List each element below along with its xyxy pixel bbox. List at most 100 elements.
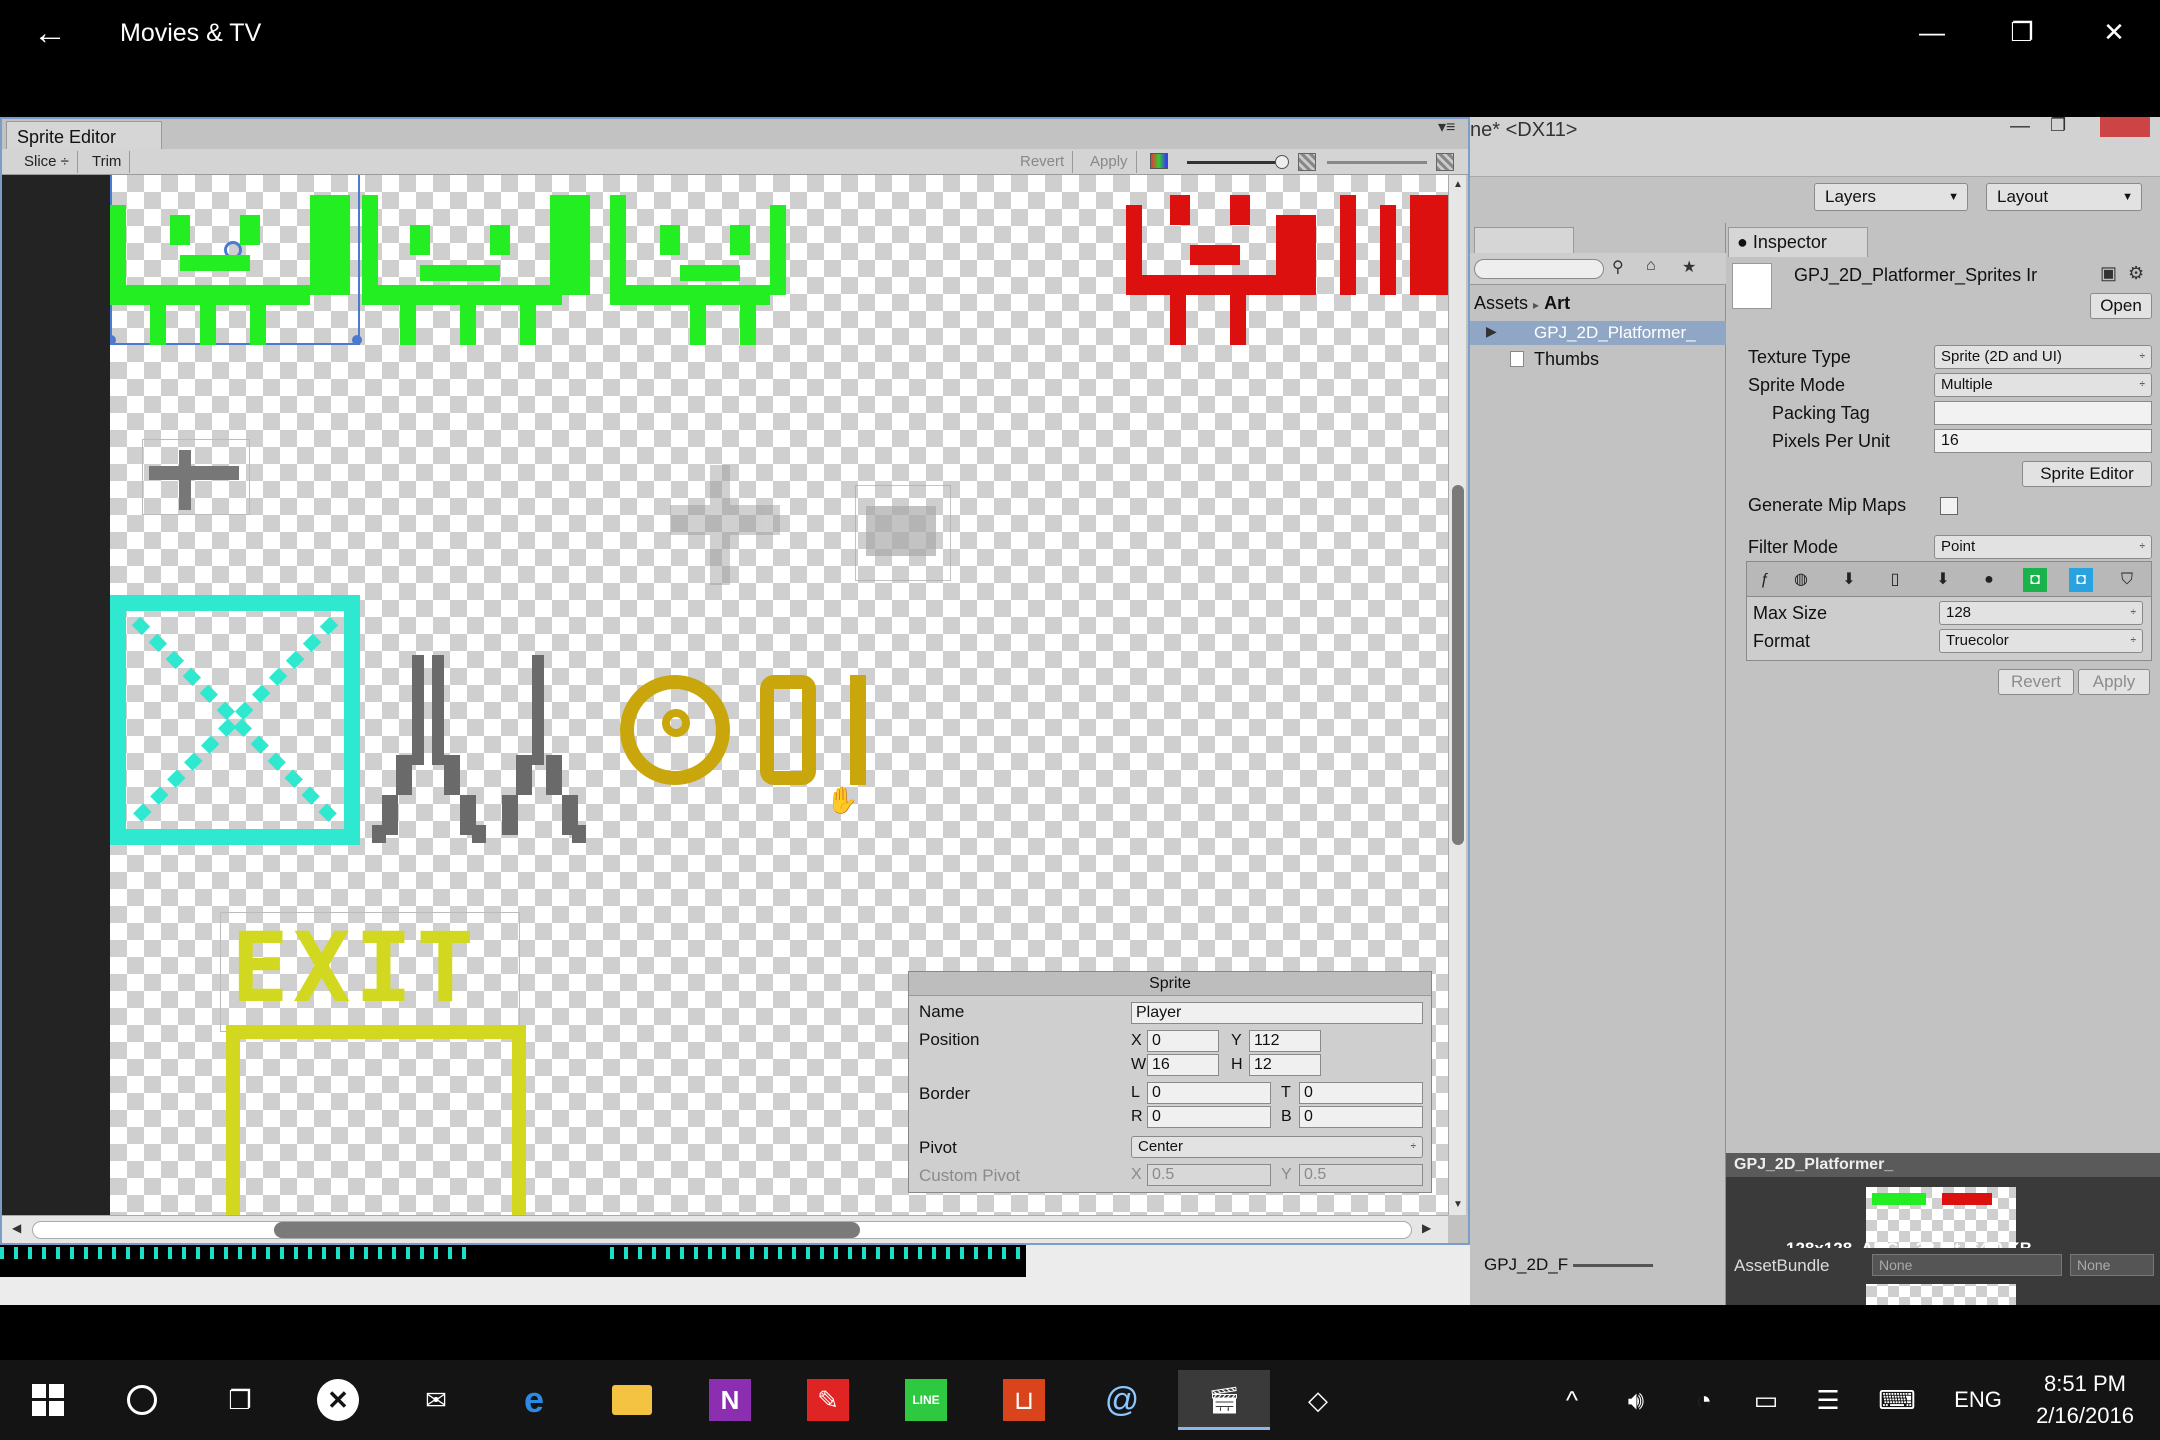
unity-minimize-icon[interactable]: — — [2010, 117, 2030, 138]
format-dropdown[interactable]: Truecolor ÷ — [1939, 629, 2143, 653]
w-field[interactable]: 16 — [1147, 1054, 1219, 1076]
scroll-down-icon[interactable]: ▼ — [1453, 1199, 1463, 1210]
movies-tv-app[interactable]: 🎬︎ — [1178, 1370, 1270, 1430]
mip-slider[interactable] — [1327, 161, 1427, 164]
list-item-selected[interactable]: ▶ GPJ_2D_Platformer_ — [1470, 321, 1726, 345]
breadcrumb-assets[interactable]: Assets — [1474, 293, 1528, 313]
sprite-mode-dropdown[interactable]: Multiple ÷ — [1934, 373, 2152, 397]
tab-inspector[interactable]: ● Inspector — [1728, 227, 1868, 257]
sprite-editor-button[interactable]: Sprite Editor — [2022, 461, 2152, 487]
open-button[interactable]: Open — [2090, 293, 2152, 319]
project-search-input[interactable] — [1474, 259, 1604, 279]
l-field[interactable]: 0 — [1147, 1082, 1271, 1104]
language-indicator[interactable]: ENG — [1950, 1378, 2006, 1422]
download-icon[interactable]: ⬇ — [1837, 568, 1861, 592]
layout-dropdown[interactable]: Layout ▼ — [1986, 183, 2142, 211]
action-center-icon[interactable]: ☰ — [1808, 1378, 1848, 1422]
t-field[interactable]: 0 — [1299, 1082, 1423, 1104]
cyan-crate-sprite[interactable] — [110, 595, 360, 845]
packing-tag-field[interactable] — [1934, 401, 2152, 425]
unity-app[interactable]: ◇ — [1288, 1370, 1348, 1430]
windows-store-icon[interactable]: ◘ — [2069, 568, 2093, 592]
minimize-button[interactable]: — — [1908, 8, 1956, 56]
vertical-scrollbar[interactable]: ▲ ▼ — [1448, 175, 1466, 1215]
edge-app[interactable]: e — [504, 1370, 564, 1430]
horizontal-scrollbar[interactable]: ◀ ▶ — [2, 1215, 1448, 1243]
task-view-button[interactable]: ❐ — [210, 1370, 270, 1430]
blackberry-icon[interactable]: ● — [1977, 568, 2001, 592]
revert-button[interactable]: Revert — [1998, 669, 2074, 695]
mipmaps-checkbox[interactable] — [1940, 497, 1958, 515]
xbox-store-icon[interactable]: ◘ — [2023, 568, 2047, 592]
apply-button[interactable]: Apply — [2078, 669, 2150, 695]
exit-sprite-rect[interactable]: EXIT — [220, 912, 520, 1032]
tag-icon[interactable]: ⌂ — [1646, 257, 1656, 275]
start-button[interactable] — [18, 1370, 78, 1430]
texture-type-dropdown[interactable]: Sprite (2D and UI) ÷ — [1934, 345, 2152, 369]
scrollbar-thumb[interactable] — [1452, 485, 1464, 845]
slider-knob[interactable] — [1275, 155, 1289, 169]
clock[interactable]: 8:51 PM 2/16/2016 — [2020, 1368, 2150, 1432]
line-app[interactable]: LINE — [896, 1370, 956, 1430]
show-hidden-icons-chevron-up-icon[interactable]: ^ — [1554, 1378, 1590, 1422]
expand-arrow-icon[interactable]: ▶ — [1486, 323, 1497, 340]
max-size-dropdown[interactable]: 128 ÷ — [1939, 601, 2143, 625]
gear-icon[interactable]: ⚙ — [2128, 263, 2144, 284]
name-field[interactable]: Player — [1131, 1002, 1423, 1024]
yellow-door-sprite[interactable] — [226, 1025, 526, 1215]
bluetooth-app[interactable]: @ — [1092, 1370, 1152, 1430]
onenote-app[interactable]: N — [700, 1370, 760, 1430]
volume-icon[interactable]: 🔊︎ — [1616, 1378, 1656, 1422]
wifi-icon[interactable]: ◔ — [1684, 1378, 1724, 1422]
gold-coin-sprite-2[interactable] — [760, 675, 816, 785]
b-field[interactable]: 0 — [1299, 1106, 1423, 1128]
filter-mode-dropdown[interactable]: Point ÷ — [1934, 535, 2152, 559]
unity-close-icon[interactable] — [2100, 117, 2150, 137]
filter-icon[interactable]: ⚲ — [1612, 257, 1624, 277]
x-field[interactable]: 0 — [1147, 1030, 1219, 1052]
custom-pivot-x-field[interactable]: 0.5 — [1147, 1164, 1271, 1186]
checker-icon[interactable] — [1436, 153, 1454, 171]
layers-dropdown[interactable]: Layers ▼ — [1814, 183, 1968, 211]
tab-default-platform[interactable]: ƒ — [1753, 568, 1777, 592]
scroll-right-icon[interactable]: ▶ — [1422, 1221, 1431, 1235]
battery-icon[interactable]: ▭ — [1746, 1378, 1786, 1422]
scroll-up-icon[interactable]: ▲ — [1453, 179, 1463, 190]
revert-button[interactable]: Revert — [1012, 151, 1074, 173]
scrollbar-thumb[interactable] — [274, 1222, 860, 1238]
assetbundle-dropdown[interactable]: None — [1872, 1254, 2062, 1276]
book-icon[interactable]: ▣ — [2100, 263, 2117, 284]
video-frame[interactable]: ne* <DX11> — ❐ Layers ▼ Layout ▼ ⚲ ⌂ ★ Ass… — [0, 117, 2160, 1305]
trim-button[interactable]: Trim — [84, 151, 131, 173]
xbox-app[interactable]: ✕ — [308, 1370, 368, 1430]
apply-button[interactable]: Apply — [1082, 151, 1137, 173]
globe-icon[interactable]: ◍ — [1789, 568, 1813, 592]
gold-coin-sprite-3[interactable] — [850, 675, 866, 785]
mail-app[interactable]: ✉ — [406, 1370, 466, 1430]
project-tab[interactable] — [1474, 227, 1574, 253]
ppu-field[interactable]: 16 — [1934, 429, 2152, 453]
file-explorer-app[interactable] — [602, 1370, 662, 1430]
office-app[interactable]: ⊔ — [994, 1370, 1054, 1430]
keyboard-icon[interactable]: ⌨ — [1872, 1378, 1922, 1422]
y-field[interactable]: 112 — [1249, 1030, 1321, 1052]
assetbundle-variant-dropdown[interactable]: None — [2070, 1254, 2154, 1276]
restore-button[interactable]: ❐ — [1998, 8, 2046, 56]
h-field[interactable]: 12 — [1249, 1054, 1321, 1076]
color-channel-icon[interactable] — [1150, 153, 1168, 169]
html5-icon[interactable]: ⛉ — [2115, 568, 2139, 592]
breadcrumb-art[interactable]: Art — [1544, 293, 1570, 313]
sprite-rect[interactable] — [142, 439, 250, 515]
phone-icon[interactable]: ▯ — [1883, 568, 1907, 592]
slice-button[interactable]: Slice ÷ — [16, 151, 78, 173]
zoom-slider[interactable] — [1572, 1264, 1653, 1268]
unity-restore-icon[interactable]: ❐ — [2050, 117, 2066, 136]
tab-sprite-editor[interactable]: Sprite Editor — [6, 121, 162, 151]
scroll-left-icon[interactable]: ◀ — [12, 1221, 21, 1235]
checker-icon[interactable] — [1298, 153, 1316, 171]
back-arrow-icon[interactable]: ← — [30, 10, 70, 56]
r-field[interactable]: 0 — [1147, 1106, 1271, 1128]
zoom-slider[interactable] — [1187, 155, 1289, 169]
pin-app[interactable]: ✎ — [798, 1370, 858, 1430]
window-menu-icon[interactable]: ▾≡ — [1438, 117, 1455, 137]
